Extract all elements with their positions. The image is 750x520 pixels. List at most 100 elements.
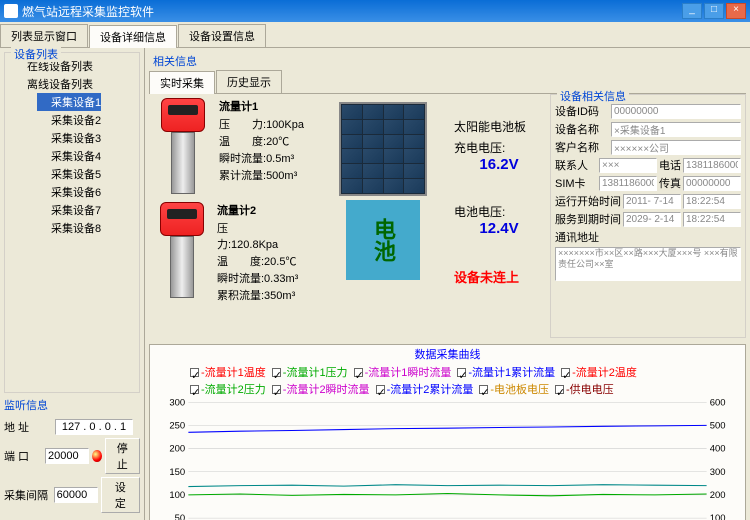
maximize-button[interactable]: □: [704, 3, 724, 19]
meter2-inst-flow: 0.33m³: [264, 273, 298, 285]
legend-item[interactable]: ✓-流量计1温度: [190, 364, 266, 380]
expire-time-field[interactable]: [683, 212, 741, 227]
solar-panel-icon: [339, 102, 427, 196]
svg-text:500: 500: [710, 421, 726, 432]
meter1-cum-flow: 500m³: [266, 170, 297, 182]
tab-device-detail[interactable]: 设备详细信息: [89, 25, 177, 48]
device-name-field[interactable]: [611, 122, 741, 137]
flowmeter-1: 流量计1 压 力:100Kpa 温 度:20℃ 瞬时流量:0.5m³ 累计流量:…: [153, 98, 308, 198]
svg-text:150: 150: [169, 467, 185, 478]
tree-device-item[interactable]: 采集设备2: [37, 111, 135, 129]
legend-item[interactable]: ✓-供电电压: [555, 381, 614, 397]
chart-title: 数据采集曲线: [150, 345, 745, 363]
set-button[interactable]: 设定: [101, 477, 140, 513]
sim-field[interactable]: [599, 176, 657, 191]
start-time-field[interactable]: [683, 194, 741, 209]
flowmeter-icon: [153, 202, 211, 302]
svg-text:600: 600: [710, 398, 726, 408]
meter2-temp: 20.5℃: [264, 256, 296, 268]
legend-item[interactable]: ✓-流量计2累计流量: [376, 381, 474, 397]
legend-item[interactable]: ✓-流量计1压力: [272, 364, 348, 380]
main-tabs: 列表显示窗口 设备详细信息 设备设置信息: [0, 22, 750, 48]
checkbox-icon[interactable]: ✓: [376, 385, 385, 394]
minimize-button[interactable]: _: [682, 3, 702, 19]
svg-text:100: 100: [710, 513, 726, 520]
checkbox-icon[interactable]: ✓: [272, 368, 281, 377]
checkbox-icon[interactable]: ✓: [555, 385, 564, 394]
chart-legend: ✓-流量计1温度✓-流量计1压力✓-流量计1瞬时流量✓-流量计1累计流量✓-流量…: [150, 363, 745, 398]
charge-label: 充电电压:: [454, 139, 544, 156]
meter1-title: 流量计1: [219, 98, 304, 114]
customer-field[interactable]: [611, 140, 741, 155]
tab-realtime[interactable]: 实时采集: [149, 71, 215, 94]
app-icon: [4, 4, 18, 18]
related-info-label: 相关信息: [149, 52, 746, 70]
fax-field[interactable]: [683, 176, 741, 191]
close-button[interactable]: ×: [726, 3, 746, 19]
svg-text:200: 200: [710, 490, 726, 501]
device-list-title: 设备列表: [11, 46, 61, 62]
titlebar: 燃气站远程采集监控软件 _ □ ×: [0, 0, 750, 22]
legend-item[interactable]: ✓-流量计2温度: [561, 364, 637, 380]
checkbox-icon[interactable]: ✓: [479, 385, 488, 394]
svg-text:300: 300: [710, 467, 726, 478]
tree-device-item[interactable]: 采集设备6: [37, 183, 135, 201]
tree-device-item[interactable]: 采集设备3: [37, 129, 135, 147]
tree-device-item[interactable]: 采集设备7: [37, 201, 135, 219]
tab-list-view[interactable]: 列表显示窗口: [0, 24, 88, 47]
svg-text:100: 100: [169, 490, 185, 501]
meter2-pressure: 120.8Kpa: [231, 239, 278, 251]
phone-field[interactable]: [683, 158, 741, 173]
contact-field[interactable]: [599, 158, 657, 173]
window-title: 燃气站远程采集监控软件: [22, 3, 682, 20]
expire-date-field[interactable]: [623, 212, 681, 227]
status-indicator-icon: [92, 450, 102, 462]
flowmeter-icon: [153, 98, 213, 198]
chart-area: 数据采集曲线 ✓-流量计1温度 ✓-流量计1压力 ✓-流量计1瞬时流量 ✓-流量计1累…: [149, 344, 746, 520]
meter1-temp: 20℃: [266, 136, 289, 148]
solar-label: 太阳能电池板: [454, 118, 544, 135]
checkbox-icon[interactable]: ✓: [354, 368, 363, 377]
tab-device-settings[interactable]: 设备设置信息: [178, 24, 266, 47]
addr-label: 地 址: [4, 419, 52, 435]
start-date-field[interactable]: [623, 194, 681, 209]
disconnected-status: 设备未连上: [454, 267, 544, 286]
battery-voltage: 12.4V: [454, 220, 544, 237]
meter2-title: 流量计2: [217, 202, 308, 218]
svg-text:400: 400: [710, 444, 726, 455]
addr-input[interactable]: 127 . 0 . 0 . 1: [55, 419, 133, 435]
battery-label: 电池电压:: [454, 203, 544, 220]
port-input[interactable]: [45, 448, 89, 464]
device-id-field[interactable]: [611, 104, 741, 119]
tree-device-item[interactable]: 采集设备8: [37, 219, 135, 237]
tab-history[interactable]: 历史显示: [216, 70, 282, 93]
tree-device-item[interactable]: 采集设备5: [37, 165, 135, 183]
port-label: 端 口: [4, 448, 42, 464]
checkbox-icon[interactable]: ✓: [561, 368, 570, 377]
tree-device-item[interactable]: 采集设备1: [37, 93, 101, 111]
battery-icon: 电池: [346, 200, 420, 280]
listen-title: 监听信息: [4, 397, 140, 413]
tree-offline-root[interactable]: 离线设备列表: [13, 75, 135, 93]
tree-device-item[interactable]: 采集设备4: [37, 147, 135, 165]
legend-item[interactable]: ✓-流量计1累计流量: [457, 364, 555, 380]
legend-item[interactable]: ✓-电池板电压: [479, 381, 549, 397]
svg-text:250: 250: [169, 421, 185, 432]
charge-voltage: 16.2V: [454, 156, 544, 173]
meter1-inst-flow: 0.5m³: [266, 153, 294, 165]
legend-item[interactable]: ✓-流量计2瞬时流量: [272, 381, 370, 397]
meter1-pressure: 100Kpa: [266, 119, 304, 131]
checkbox-icon[interactable]: ✓: [190, 385, 199, 394]
stop-button[interactable]: 停止: [105, 438, 140, 474]
legend-item[interactable]: ✓-流量计1瞬时流量: [354, 364, 452, 380]
interval-input[interactable]: [54, 487, 98, 503]
svg-text:300: 300: [169, 398, 185, 408]
comm-addr-field[interactable]: ×××××××市××区××路×××大厦×××号 ×××有限责任公司××室: [555, 247, 741, 281]
checkbox-icon[interactable]: ✓: [190, 368, 199, 377]
checkbox-icon[interactable]: ✓: [272, 385, 281, 394]
device-info-box: 设备相关信息 设备ID码 设备名称 客户名称 联系人电话 SIM卡传真 运行开始…: [550, 94, 746, 338]
legend-item[interactable]: ✓-流量计2压力: [190, 381, 266, 397]
checkbox-icon[interactable]: ✓: [457, 368, 466, 377]
flowmeter-2: 流量计2 压 力:120.8Kpa 温 度:20.5℃ 瞬时流量:0.33m³ …: [153, 202, 308, 304]
device-tree[interactable]: 在线设备列表 离线设备列表 采集设备1采集设备2采集设备3采集设备4采集设备5采…: [9, 57, 135, 237]
